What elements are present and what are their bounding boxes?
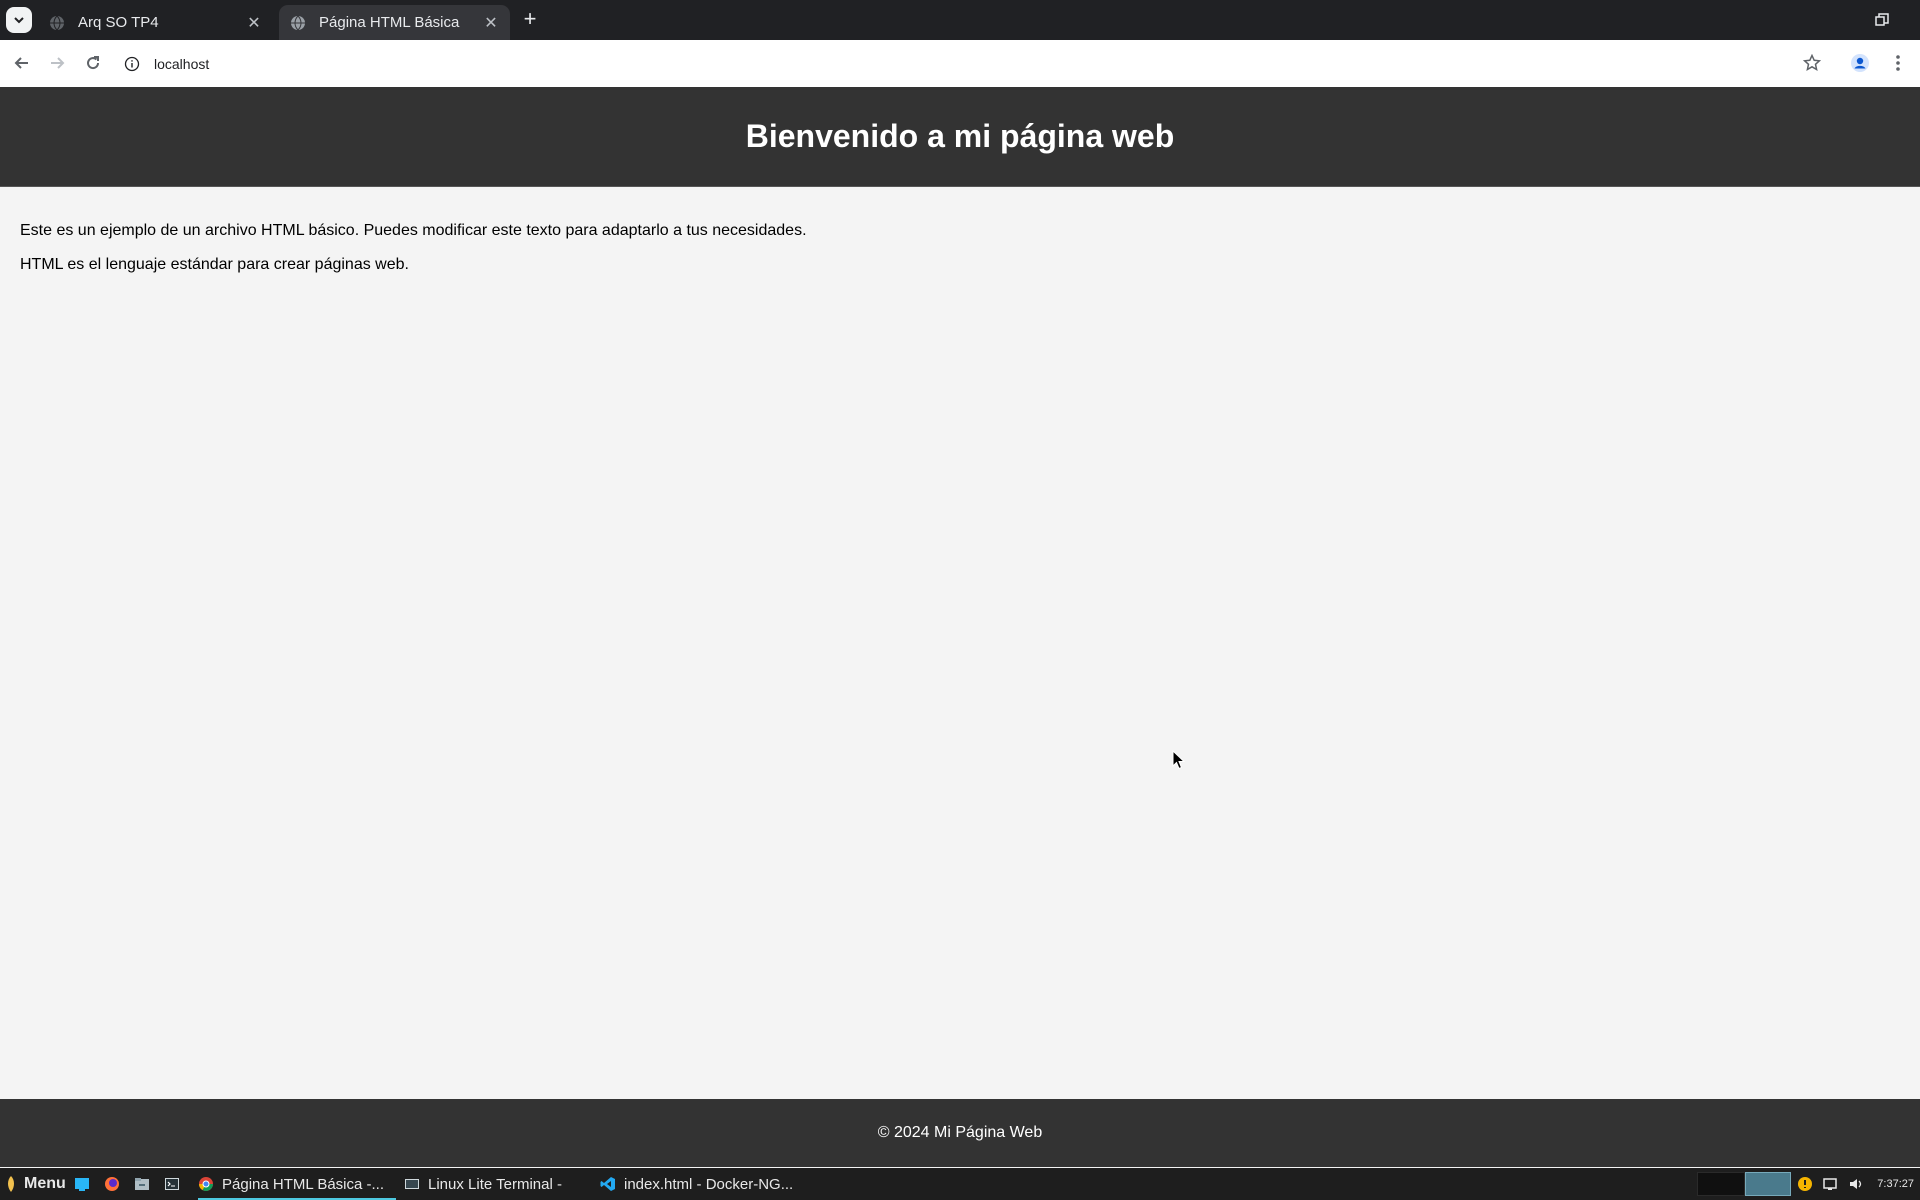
terminal-icon — [405, 1179, 419, 1189]
reload-button[interactable] — [80, 50, 106, 76]
address-url: localhost — [154, 56, 210, 72]
firefox-icon[interactable] — [104, 1176, 120, 1192]
feather-icon — [8, 1176, 14, 1192]
update-icon[interactable] — [1797, 1176, 1813, 1192]
back-button[interactable] — [9, 50, 35, 76]
paragraph: Este es un ejemplo de un archivo HTML bá… — [20, 222, 807, 239]
tab-title: Arq SO TP4 — [78, 14, 159, 31]
clock: 7:37:27 — [1877, 1178, 1914, 1190]
desktop-icon[interactable] — [74, 1176, 90, 1192]
chevron-down-icon — [14, 17, 24, 24]
file-manager-icon[interactable] — [134, 1176, 150, 1192]
close-icon[interactable]: ✕ — [482, 14, 500, 32]
window-title: Página HTML Básica -... — [222, 1175, 385, 1193]
star-icon — [1803, 54, 1821, 72]
globe-icon — [289, 14, 307, 32]
web-page: Bienvenido a mi página web Este es un ej… — [0, 87, 1920, 1099]
globe-icon — [48, 14, 66, 32]
page-header: Bienvenido a mi página web — [0, 87, 1920, 187]
browser-menu-button[interactable] — [1885, 50, 1911, 76]
workspace-switcher[interactable] — [1697, 1172, 1745, 1196]
window-title: index.html - Docker-NG... — [624, 1175, 794, 1193]
volume-icon[interactable] — [1848, 1176, 1864, 1192]
new-tab-plus-icon[interactable]: + — [518, 8, 542, 32]
tab-search-button[interactable] — [6, 7, 32, 33]
arrow-right-icon — [51, 57, 65, 69]
tab-title: Página HTML Básica — [319, 14, 460, 31]
info-icon[interactable] — [124, 56, 140, 72]
os-taskbar: Menu Página HTML Básica -... Linux Lite … — [0, 1168, 1920, 1200]
chrome-icon — [199, 1177, 213, 1191]
tab-pagina-html-basica[interactable]: Página HTML Básica ✕ — [279, 5, 510, 40]
menu-label: Menu — [24, 1175, 66, 1192]
close-icon[interactable]: ✕ — [245, 14, 263, 32]
arrow-left-icon — [14, 57, 28, 69]
tab-arq-so-tp4[interactable]: Arq SO TP4 ✕ — [38, 5, 273, 40]
taskbar-window-vscode[interactable]: index.html - Docker-NG... — [600, 1168, 793, 1200]
restore-window-icon[interactable] — [1874, 12, 1890, 28]
avatar-icon — [1851, 54, 1869, 72]
browser-tab-strip: Arq SO TP4 ✕ Página HTML Básica ✕ + — [0, 0, 1920, 40]
browser-toolbar: localhost — [0, 40, 1920, 87]
forward-button[interactable] — [44, 50, 70, 76]
network-icon[interactable] — [1822, 1176, 1838, 1192]
page-main: Este es un ejemplo de un archivo HTML bá… — [20, 221, 807, 289]
omnibox[interactable]: localhost — [124, 48, 1804, 80]
workspace-switcher-active[interactable] — [1745, 1172, 1791, 1196]
reload-icon — [87, 56, 100, 70]
terminal-launcher-icon[interactable] — [164, 1176, 180, 1192]
taskbar-window-chrome[interactable]: Página HTML Básica -... — [198, 1168, 396, 1200]
profile-button[interactable] — [1847, 50, 1873, 76]
page-title: Bienvenido a mi página web — [745, 118, 1175, 154]
taskbar-window-terminal[interactable]: Linux Lite Terminal - — [404, 1168, 562, 1200]
window-title: Linux Lite Terminal - — [428, 1175, 562, 1193]
more-vertical-icon — [1896, 55, 1900, 71]
paragraph: HTML es el lenguaje estándar para crear … — [20, 256, 409, 273]
mouse-cursor-icon — [1172, 750, 1186, 770]
start-menu-button[interactable]: Menu — [6, 1168, 66, 1200]
page-footer: © 2024 Mi Página Web — [0, 1099, 1920, 1167]
bookmark-button[interactable] — [1799, 50, 1825, 76]
footer-text: © 2024 Mi Página Web — [877, 1124, 1043, 1141]
vscode-icon — [600, 1177, 615, 1191]
